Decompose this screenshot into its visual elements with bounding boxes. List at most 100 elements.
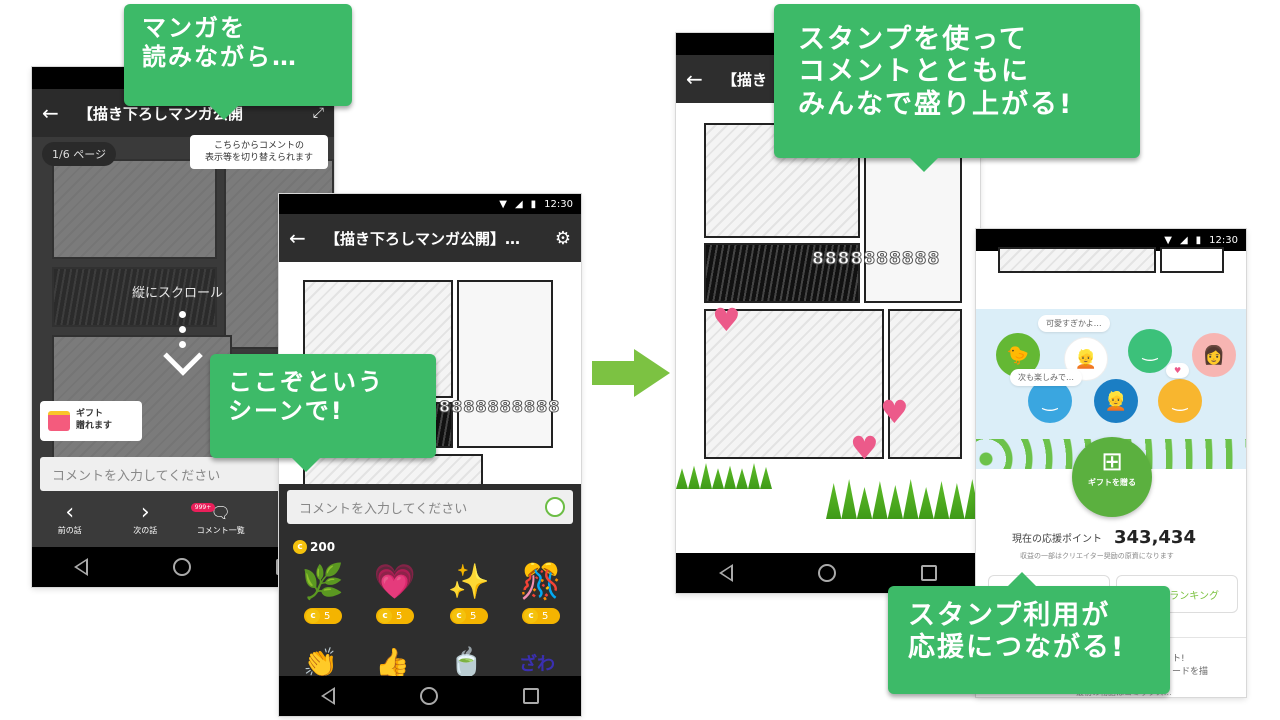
stamp-price: c5	[522, 608, 560, 624]
sfx-text: 8888888888	[811, 249, 941, 270]
points-note: 収益の一部はクリエイター奨励の原資になります	[1020, 552, 1174, 560]
toggle-icon[interactable]: ⤢	[313, 105, 324, 121]
nav-label: 次の話	[133, 526, 158, 535]
grass-stamp-icon: 🌿	[301, 562, 345, 602]
callout-tail	[210, 106, 238, 120]
callout-line: みんなで盛り上がる!	[798, 88, 1074, 120]
chevron-left-icon: ‹	[65, 500, 75, 525]
app-bar: ← 【描き下ろしマンガ公開】… ⚙	[279, 214, 581, 262]
gift-button-label: ギフトを贈る	[1088, 478, 1136, 487]
stamp-item[interactable]: 💗 c5	[365, 560, 425, 640]
callout-line: 応援につながる!	[908, 632, 1126, 664]
nav-back-icon[interactable]	[74, 558, 89, 576]
tooltip: こちらからコメントの 表示等を切り替えられます	[190, 135, 328, 170]
back-arrow-icon[interactable]: ←	[289, 226, 317, 250]
text-stamp-icon[interactable]: ざわ	[519, 650, 555, 676]
coin-icon: c	[524, 609, 538, 623]
heart-bubble: ♥	[1166, 363, 1190, 378]
nav-label: コメント一覧	[196, 526, 245, 535]
stamp-toggle-icon[interactable]	[545, 497, 565, 517]
grass-stamp-icon	[826, 479, 980, 519]
gift-icon	[48, 411, 70, 431]
sfx-text: 8888888888	[438, 397, 561, 417]
stamp-price: c5	[450, 608, 488, 624]
stamp-item[interactable]: 🎊 c5	[511, 560, 571, 640]
callout-line: スタンプ利用が	[908, 600, 1111, 631]
nav-recents-icon[interactable]	[921, 565, 938, 581]
callout-stamps-comment: スタンプを使って コメントとともに みんなで盛り上がる!	[774, 4, 1140, 172]
body-text: ト! ードを描	[1172, 653, 1208, 678]
nav-home-icon[interactable]	[817, 564, 836, 582]
coin-balance-value: 200	[310, 540, 336, 554]
price-value: 5	[542, 610, 549, 622]
price-value: 5	[396, 610, 403, 622]
callout-line: マンガを	[142, 14, 246, 42]
android-nav-bar	[279, 676, 581, 716]
coin-icon: c	[378, 609, 392, 623]
chat-bubble: 可愛すぎかよ…	[1038, 315, 1110, 332]
thumbs-up-stamp-icon[interactable]: 👍	[375, 646, 410, 676]
sparkle-stamp-icon: ✨	[447, 562, 491, 602]
flow-arrow-icon	[592, 349, 672, 397]
callout-scene: ここぞという シーンで!	[210, 354, 436, 472]
next-episode-button[interactable]: › 次の話	[115, 501, 175, 547]
heart-stamp-icon: 💗	[373, 562, 417, 602]
prev-episode-button[interactable]: ‹ 前の話	[40, 501, 100, 547]
stamp-item[interactable]: 🌿 c5	[293, 560, 353, 640]
coin-icon: c	[293, 540, 307, 554]
coin-icon: c	[306, 609, 320, 623]
chevron-right-icon: ›	[140, 500, 150, 525]
scroll-hint: 縦にスクロール	[132, 286, 224, 301]
battery-icon: ▮	[1195, 234, 1202, 246]
gift-badge-line: ギフト	[76, 409, 104, 420]
stamp-price: c5	[304, 608, 342, 624]
signal-icon: ◢	[1179, 234, 1188, 246]
callout-support: スタンプ利用が 応援につながる!	[888, 572, 1170, 694]
nav-recents-icon[interactable]	[522, 688, 539, 704]
ranking-label: ランキング	[1169, 590, 1219, 602]
manga-title: 【描き下ろしマンガ公開】…	[325, 229, 521, 248]
gift-icon: ⊞	[1101, 447, 1123, 477]
back-arrow-icon[interactable]: ←	[42, 101, 70, 125]
points-label: 現在の応援ポイント	[1012, 534, 1102, 545]
price-value: 5	[324, 610, 331, 622]
status-time: 12:30	[544, 198, 573, 210]
stamp-price: c5	[376, 608, 414, 624]
comment-input[interactable]: コメントを入力してください	[287, 490, 573, 524]
tea-stamp-icon[interactable]: 🍵	[449, 646, 484, 676]
page-indicator: 1/6 ページ	[42, 142, 116, 166]
signal-icon: ◢	[514, 198, 523, 210]
nav-home-icon[interactable]	[172, 558, 191, 576]
gear-icon[interactable]: ⚙	[555, 228, 571, 249]
grass-stamp-icon	[676, 463, 772, 489]
back-arrow-icon[interactable]: ←	[686, 67, 714, 91]
tooltip-line: 表示等を切り替えられます	[204, 153, 313, 164]
gift-badge[interactable]: ギフト 贈れます	[40, 401, 142, 441]
heart-stamp-icon: ♥	[880, 393, 909, 431]
clap-stamp-icon[interactable]: 👏	[303, 646, 338, 676]
manga-page-bottom	[976, 247, 1246, 309]
avatar: ‿	[1128, 329, 1172, 373]
comment-count-badge: 999+	[190, 503, 216, 512]
coin-icon: c	[452, 609, 466, 623]
stamp-item[interactable]: ✨ c5	[439, 560, 499, 640]
nav-home-icon[interactable]	[419, 687, 438, 705]
points-value: 343,434	[1114, 527, 1196, 548]
nav-back-icon[interactable]	[321, 687, 336, 705]
callout-tail	[910, 158, 938, 172]
callout-line: スタンプを使って	[798, 24, 1028, 55]
nav-back-icon[interactable]	[718, 564, 733, 582]
body-text-line: ードを描	[1172, 666, 1209, 677]
callout-line: 読みながら…	[142, 42, 298, 71]
wifi-icon: ▼	[499, 198, 507, 210]
gift-button[interactable]: ⊞ ギフトを贈る	[1072, 437, 1152, 517]
avatar: 👩	[1192, 333, 1236, 377]
callout-line: ここぞという	[228, 368, 384, 396]
points-row: 現在の応援ポイント 343,434	[1012, 527, 1196, 548]
heart-stamp-icon: ♥	[712, 301, 741, 339]
callout-reading: マンガを 読みながら…	[124, 4, 352, 120]
body-text-line: ト!	[1172, 654, 1185, 664]
nav-label: 前の話	[57, 526, 82, 535]
comment-list-button[interactable]: 999+ 🗨 コメント一覧	[190, 501, 251, 547]
callout-tail	[1008, 572, 1036, 586]
